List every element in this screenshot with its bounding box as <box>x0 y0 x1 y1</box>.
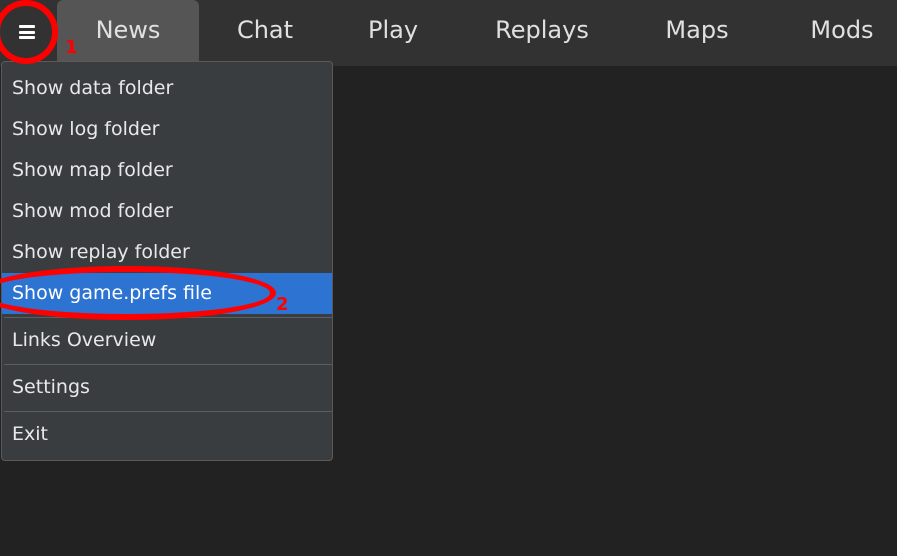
menu-item-show-map-folder[interactable]: Show map folder <box>2 150 332 191</box>
tab-mods[interactable]: Mods <box>790 0 894 62</box>
menu-item-exit[interactable]: Exit <box>2 414 332 455</box>
menu-separator <box>4 317 332 318</box>
menu-item-settings[interactable]: Settings <box>2 367 332 408</box>
tab-chat[interactable]: Chat <box>214 0 316 62</box>
tab-play[interactable]: Play <box>344 0 442 62</box>
menu-separator <box>4 364 332 365</box>
menu-item-links-overview[interactable]: Links Overview <box>2 320 332 361</box>
top-navigation-bar: News Chat Play Replays Maps Mods <box>0 0 897 66</box>
menu-item-show-game-prefs-file[interactable]: Show game.prefs file <box>2 273 332 314</box>
menu-item-show-mod-folder[interactable]: Show mod folder <box>2 191 332 232</box>
main-menu-dropdown: Show data folder Show log folder Show ma… <box>1 61 333 461</box>
menu-item-show-replay-folder[interactable]: Show replay folder <box>2 232 332 273</box>
app-window: News Chat Play Replays Maps Mods Show da… <box>0 0 897 556</box>
main-menu-button[interactable] <box>4 6 50 58</box>
hamburger-menu-icon <box>19 25 35 39</box>
tab-replays[interactable]: Replays <box>478 0 606 62</box>
menu-item-show-log-folder[interactable]: Show log folder <box>2 109 332 150</box>
menu-separator <box>4 411 332 412</box>
tab-news[interactable]: News <box>57 0 199 62</box>
menu-item-show-data-folder[interactable]: Show data folder <box>2 68 332 109</box>
tab-maps[interactable]: Maps <box>645 0 749 62</box>
